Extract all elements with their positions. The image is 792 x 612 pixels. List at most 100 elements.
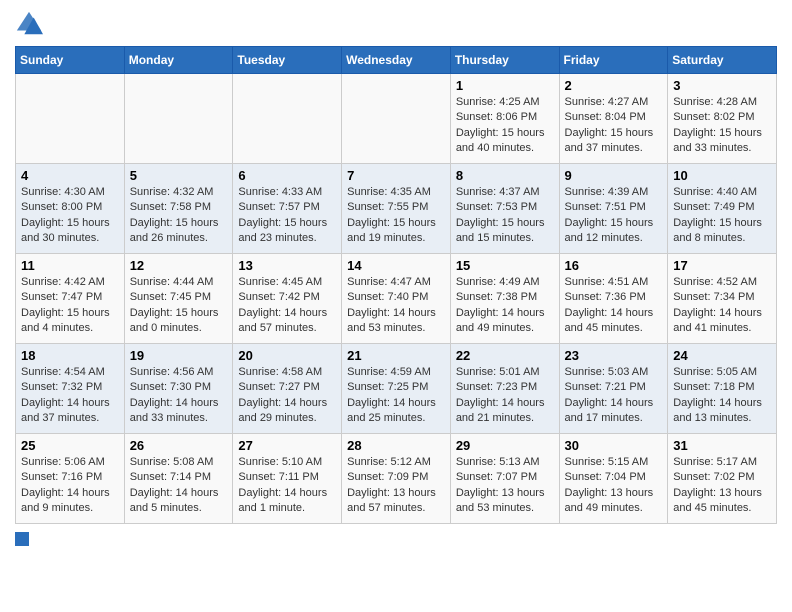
calendar-cell <box>16 74 125 164</box>
day-number: 21 <box>347 348 445 363</box>
calendar-cell: 1Sunrise: 4:25 AM Sunset: 8:06 PM Daylig… <box>450 74 559 164</box>
day-info: Sunrise: 5:13 AM Sunset: 7:07 PM Dayligh… <box>456 455 554 517</box>
day-number: 11 <box>21 258 119 273</box>
day-info: Sunrise: 4:51 AM Sunset: 7:36 PM Dayligh… <box>565 275 663 337</box>
day-number: 22 <box>456 348 554 363</box>
calendar-cell: 25 Sunrise: 5:06 AM Sunset: 7:16 PM Dayli… <box>16 434 125 524</box>
col-header-tuesday: Tuesday <box>233 47 342 74</box>
calendar-cell: 18 Sunrise: 4:54 AM Sunset: 7:32 PM Dayli… <box>16 344 125 434</box>
day-number: 5 <box>130 168 228 183</box>
day-number: 16 <box>565 258 663 273</box>
calendar-cell: 11Sunrise: 4:42 AM Sunset: 7:47 PM Dayli… <box>16 254 125 344</box>
day-info: Sunrise: 4:54 AM Sunset: 7:32 PM Dayligh… <box>21 365 119 427</box>
calendar-container: SundayMondayTuesdayWednesdayThursdayFrid… <box>0 0 792 556</box>
legend <box>15 532 777 546</box>
day-info: Sunrise: 4:49 AM Sunset: 7:38 PM Dayligh… <box>456 275 554 337</box>
week-row-2: 4 Sunrise: 4:30 AM Sunset: 8:00 PM Daylig… <box>16 164 777 254</box>
calendar-cell <box>124 74 233 164</box>
calendar-cell <box>233 74 342 164</box>
col-header-monday: Monday <box>124 47 233 74</box>
day-info: Sunrise: 4:52 AM Sunset: 7:34 PM Dayligh… <box>673 275 771 337</box>
calendar-cell: 22 Sunrise: 5:01 AM Sunset: 7:23 PM Dayli… <box>450 344 559 434</box>
day-info: Sunrise: 4:39 AM Sunset: 7:51 PM Dayligh… <box>565 185 663 247</box>
day-number: 26 <box>130 438 228 453</box>
calendar-cell: 10Sunrise: 4:40 AM Sunset: 7:49 PM Dayli… <box>668 164 777 254</box>
day-info: Sunrise: 5:01 AM Sunset: 7:23 PM Dayligh… <box>456 365 554 427</box>
day-number: 9 <box>565 168 663 183</box>
calendar-cell: 6 Sunrise: 4:33 AM Sunset: 7:57 PM Daylig… <box>233 164 342 254</box>
day-info: Sunrise: 4:30 AM Sunset: 8:00 PM Dayligh… <box>21 185 119 247</box>
day-number: 25 <box>21 438 119 453</box>
day-info: Sunrise: 5:15 AM Sunset: 7:04 PM Dayligh… <box>565 455 663 517</box>
calendar-table: SundayMondayTuesdayWednesdayThursdayFrid… <box>15 46 777 524</box>
day-info: Sunrise: 5:08 AM Sunset: 7:14 PM Dayligh… <box>130 455 228 517</box>
calendar-cell: 16 Sunrise: 4:51 AM Sunset: 7:36 PM Dayli… <box>559 254 668 344</box>
day-number: 7 <box>347 168 445 183</box>
day-number: 2 <box>565 78 663 93</box>
col-header-sunday: Sunday <box>16 47 125 74</box>
day-info: Sunrise: 4:35 AM Sunset: 7:55 PM Dayligh… <box>347 185 445 247</box>
day-info: Sunrise: 4:58 AM Sunset: 7:27 PM Dayligh… <box>238 365 336 427</box>
day-info: Sunrise: 5:03 AM Sunset: 7:21 PM Dayligh… <box>565 365 663 427</box>
day-info: Sunrise: 4:25 AM Sunset: 8:06 PM Dayligh… <box>456 95 554 157</box>
header <box>15 10 777 38</box>
calendar-cell: 5 Sunrise: 4:32 AM Sunset: 7:58 PM Daylig… <box>124 164 233 254</box>
logo <box>15 10 47 38</box>
day-info: Sunrise: 4:37 AM Sunset: 7:53 PM Dayligh… <box>456 185 554 247</box>
calendar-cell: 27Sunrise: 5:10 AM Sunset: 7:11 PM Dayli… <box>233 434 342 524</box>
calendar-cell: 20 Sunrise: 4:58 AM Sunset: 7:27 PM Dayli… <box>233 344 342 434</box>
day-number: 3 <box>673 78 771 93</box>
day-number: 20 <box>238 348 336 363</box>
week-row-3: 11Sunrise: 4:42 AM Sunset: 7:47 PM Dayli… <box>16 254 777 344</box>
col-header-thursday: Thursday <box>450 47 559 74</box>
col-header-friday: Friday <box>559 47 668 74</box>
day-info: Sunrise: 5:05 AM Sunset: 7:18 PM Dayligh… <box>673 365 771 427</box>
day-info: Sunrise: 4:47 AM Sunset: 7:40 PM Dayligh… <box>347 275 445 337</box>
day-number: 12 <box>130 258 228 273</box>
calendar-cell: 4 Sunrise: 4:30 AM Sunset: 8:00 PM Daylig… <box>16 164 125 254</box>
calendar-cell: 26 Sunrise: 5:08 AM Sunset: 7:14 PM Dayli… <box>124 434 233 524</box>
calendar-cell: 28 Sunrise: 5:12 AM Sunset: 7:09 PM Dayli… <box>342 434 451 524</box>
calendar-cell: 3 Sunrise: 4:28 AM Sunset: 8:02 PM Daylig… <box>668 74 777 164</box>
calendar-cell: 30 Sunrise: 5:15 AM Sunset: 7:04 PM Dayli… <box>559 434 668 524</box>
day-number: 31 <box>673 438 771 453</box>
day-number: 30 <box>565 438 663 453</box>
calendar-cell: 2 Sunrise: 4:27 AM Sunset: 8:04 PM Daylig… <box>559 74 668 164</box>
calendar-cell: 29Sunrise: 5:13 AM Sunset: 7:07 PM Dayli… <box>450 434 559 524</box>
calendar-cell: 13Sunrise: 4:45 AM Sunset: 7:42 PM Dayli… <box>233 254 342 344</box>
day-info: Sunrise: 5:17 AM Sunset: 7:02 PM Dayligh… <box>673 455 771 517</box>
day-number: 19 <box>130 348 228 363</box>
logo-icon <box>15 10 43 38</box>
week-row-1: 1Sunrise: 4:25 AM Sunset: 8:06 PM Daylig… <box>16 74 777 164</box>
day-number: 6 <box>238 168 336 183</box>
day-info: Sunrise: 4:33 AM Sunset: 7:57 PM Dayligh… <box>238 185 336 247</box>
col-header-wednesday: Wednesday <box>342 47 451 74</box>
calendar-cell: 19Sunrise: 4:56 AM Sunset: 7:30 PM Dayli… <box>124 344 233 434</box>
header-row: SundayMondayTuesdayWednesdayThursdayFrid… <box>16 47 777 74</box>
day-info: Sunrise: 5:06 AM Sunset: 7:16 PM Dayligh… <box>21 455 119 517</box>
calendar-cell: 7 Sunrise: 4:35 AM Sunset: 7:55 PM Daylig… <box>342 164 451 254</box>
calendar-cell <box>342 74 451 164</box>
calendar-cell: 17Sunrise: 4:52 AM Sunset: 7:34 PM Dayli… <box>668 254 777 344</box>
day-info: Sunrise: 4:32 AM Sunset: 7:58 PM Dayligh… <box>130 185 228 247</box>
calendar-cell: 15 Sunrise: 4:49 AM Sunset: 7:38 PM Dayli… <box>450 254 559 344</box>
col-header-saturday: Saturday <box>668 47 777 74</box>
day-number: 15 <box>456 258 554 273</box>
day-number: 23 <box>565 348 663 363</box>
calendar-cell: 24Sunrise: 5:05 AM Sunset: 7:18 PM Dayli… <box>668 344 777 434</box>
day-info: Sunrise: 4:44 AM Sunset: 7:45 PM Dayligh… <box>130 275 228 337</box>
day-info: Sunrise: 4:27 AM Sunset: 8:04 PM Dayligh… <box>565 95 663 157</box>
day-number: 4 <box>21 168 119 183</box>
day-number: 28 <box>347 438 445 453</box>
day-info: Sunrise: 5:12 AM Sunset: 7:09 PM Dayligh… <box>347 455 445 517</box>
calendar-cell: 12 Sunrise: 4:44 AM Sunset: 7:45 PM Dayli… <box>124 254 233 344</box>
legend-box <box>15 532 29 546</box>
day-number: 13 <box>238 258 336 273</box>
calendar-cell: 31 Sunrise: 5:17 AM Sunset: 7:02 PM Dayli… <box>668 434 777 524</box>
calendar-cell: 9 Sunrise: 4:39 AM Sunset: 7:51 PM Daylig… <box>559 164 668 254</box>
day-info: Sunrise: 4:28 AM Sunset: 8:02 PM Dayligh… <box>673 95 771 157</box>
day-number: 18 <box>21 348 119 363</box>
calendar-cell: 23 Sunrise: 5:03 AM Sunset: 7:21 PM Dayli… <box>559 344 668 434</box>
day-info: Sunrise: 5:10 AM Sunset: 7:11 PM Dayligh… <box>238 455 336 517</box>
day-number: 8 <box>456 168 554 183</box>
